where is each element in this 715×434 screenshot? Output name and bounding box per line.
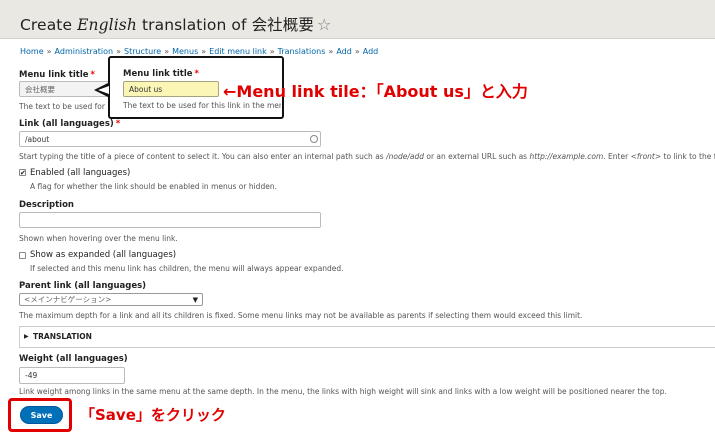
weight-description: Link weight among links in the same menu… (19, 387, 667, 396)
link-input[interactable]: /about (19, 131, 321, 147)
parent-link-label: Parent link (all languages) (19, 281, 147, 291)
breadcrumb-edit-menu-link[interactable]: Edit menu link (209, 47, 267, 56)
link-description: Start typing the title of a piece of con… (19, 152, 715, 161)
weight-label: Weight (all languages) (19, 354, 128, 364)
enabled-description: A flag for whether the link should be en… (30, 182, 277, 191)
save-button[interactable]: Save (20, 406, 63, 424)
breadcrumb-administration[interactable]: Administration (55, 47, 114, 56)
left-arrow-icon: ← (223, 82, 237, 101)
enabled-label: Enabled (all languages) (30, 168, 131, 178)
callout-menu-link-title-description: The text to be used for this link in the… (123, 101, 281, 110)
menu-link-title-description: The text to be used for this link in the… (19, 102, 107, 111)
autocomplete-throbber-icon (310, 135, 318, 143)
description-help: Shown when hovering over the menu link. (19, 234, 178, 243)
title-annotation: ←Menu link tile：「About us」と入力 (223, 82, 528, 101)
parent-link-description: The maximum depth for a link and all its… (19, 311, 583, 320)
description-label: Description (19, 200, 74, 210)
translation-summary[interactable]: TRANSLATION (33, 332, 92, 341)
breadcrumb: Home» Administration» Structure» Menus» Edit… (20, 47, 379, 56)
disclosure-triangle-icon: ▶ (24, 333, 29, 340)
breadcrumb-add[interactable]: Add (336, 47, 352, 56)
dropdown-arrow-icon: ▼ (192, 295, 198, 304)
breadcrumb-home[interactable]: Home (20, 47, 44, 56)
breadcrumb-add-2[interactable]: Add (363, 47, 379, 56)
shortcut-star-icon[interactable]: ☆ (317, 15, 331, 34)
breadcrumb-translations[interactable]: Translations (278, 47, 326, 56)
breadcrumb-structure[interactable]: Structure (124, 47, 161, 56)
description-input[interactable] (19, 212, 321, 228)
link-label: Link (all languages) * (19, 119, 121, 129)
parent-link-select[interactable]: <メインナビゲーション> ▼ (19, 293, 203, 306)
expanded-checkbox[interactable] (19, 252, 26, 259)
save-annotation: 「Save」をクリック (80, 406, 226, 424)
menu-link-title-label: Menu link title * (19, 70, 95, 80)
enabled-checkbox[interactable]: ✔ (19, 169, 26, 177)
page-title: Create English translation of 会社概要 ☆ (20, 15, 332, 34)
translation-details[interactable] (19, 326, 715, 348)
expanded-description: If selected and this menu link has child… (30, 264, 344, 273)
callout-menu-link-title-input[interactable]: About us (123, 81, 219, 97)
weight-input[interactable]: -49 (19, 367, 125, 384)
breadcrumb-menus[interactable]: Menus (172, 47, 198, 56)
expanded-label: Show as expanded (all languages) (30, 250, 177, 260)
callout-pointer-fill (98, 86, 109, 94)
callout-menu-link-title-label: Menu link title * (123, 69, 199, 79)
